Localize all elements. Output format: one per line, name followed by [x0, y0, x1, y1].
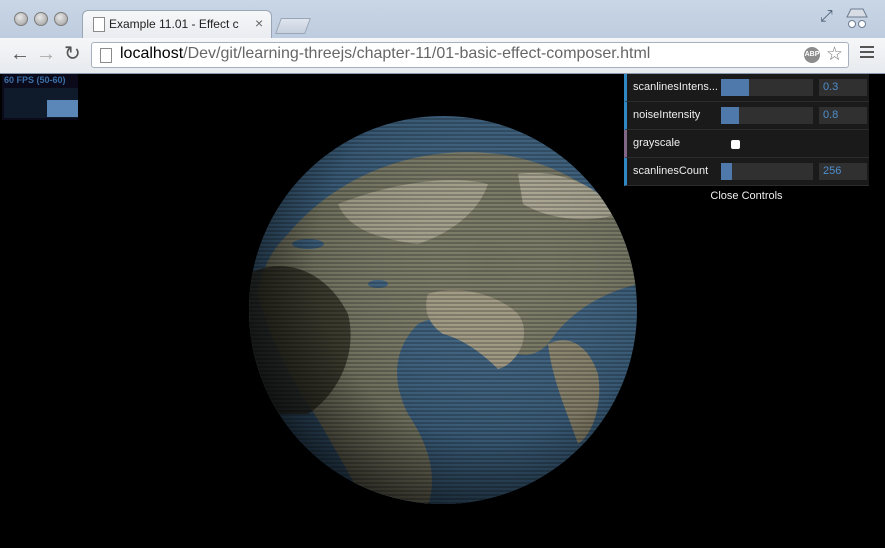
incognito-icon: [846, 8, 868, 28]
dat-gui-panel: scanlinesIntens... 0.3 noiseIntensity 0.…: [624, 74, 869, 206]
menu-icon[interactable]: [860, 46, 874, 61]
restore-icon[interactable]: ⤢: [820, 8, 833, 26]
control-label: grayscale: [633, 137, 681, 149]
scanlines-intensity-slider[interactable]: [721, 79, 813, 96]
url-text[interactable]: localhost/Dev/git/learning-threejs/chapt…: [120, 45, 650, 63]
scanlines-intensity-value[interactable]: 0.3: [819, 79, 867, 96]
star-icon[interactable]: ☆: [826, 43, 843, 66]
control-label: noiseIntensity: [633, 109, 701, 121]
control-scanlines-intensity[interactable]: scanlinesIntens... 0.3: [624, 74, 869, 102]
fps-stats[interactable]: 60 FPS (50-60): [2, 74, 78, 120]
zoom-window-button[interactable]: [54, 12, 68, 26]
scanlines-count-value[interactable]: 256: [819, 163, 867, 180]
slider-fill: [721, 107, 740, 124]
close-controls-button[interactable]: Close Controls: [624, 186, 869, 206]
new-tab-button[interactable]: [275, 18, 311, 34]
browser-chrome: Example 11.01 - Effect composer × ⤢ ← → …: [0, 0, 885, 74]
forward-icon[interactable]: →: [36, 44, 56, 64]
slider-fill: [721, 163, 733, 180]
earth-globe: [249, 116, 637, 504]
control-label: scanlinesCount: [633, 165, 709, 177]
page-icon: [100, 48, 112, 63]
control-noise-intensity[interactable]: noiseIntensity 0.8: [624, 102, 869, 130]
address-bar[interactable]: localhost/Dev/git/learning-threejs/chapt…: [91, 42, 849, 68]
noise-intensity-slider[interactable]: [721, 107, 813, 124]
adblock-icon[interactable]: ABP: [804, 47, 820, 63]
control-scanlines-count[interactable]: scanlinesCount 256: [624, 158, 869, 186]
page-icon: [93, 17, 105, 32]
control-grayscale[interactable]: grayscale: [624, 130, 869, 158]
control-label: scanlinesIntens...: [633, 81, 718, 93]
noise-intensity-value[interactable]: 0.8: [819, 107, 867, 124]
toolbar: ← → ↻ localhost/Dev/git/learning-threejs…: [0, 38, 885, 73]
slider-fill: [721, 79, 749, 96]
minimize-window-button[interactable]: [34, 12, 48, 26]
back-icon[interactable]: ←: [10, 44, 30, 64]
fps-label: 60 FPS (50-60): [4, 75, 66, 85]
tab-title: Example 11.01 - Effect composer: [109, 17, 239, 31]
close-window-button[interactable]: [14, 12, 28, 26]
scanlines-count-slider[interactable]: [721, 163, 813, 180]
grayscale-checkbox[interactable]: [731, 140, 740, 149]
reload-icon[interactable]: ↻: [64, 44, 81, 64]
close-icon[interactable]: ×: [255, 15, 263, 31]
webgl-canvas[interactable]: 60 FPS (50-60) scanlinesIntens... 0.3 no…: [0, 74, 885, 548]
browser-tab[interactable]: Example 11.01 - Effect composer ×: [82, 10, 272, 38]
fps-graph-bar: [47, 100, 78, 117]
